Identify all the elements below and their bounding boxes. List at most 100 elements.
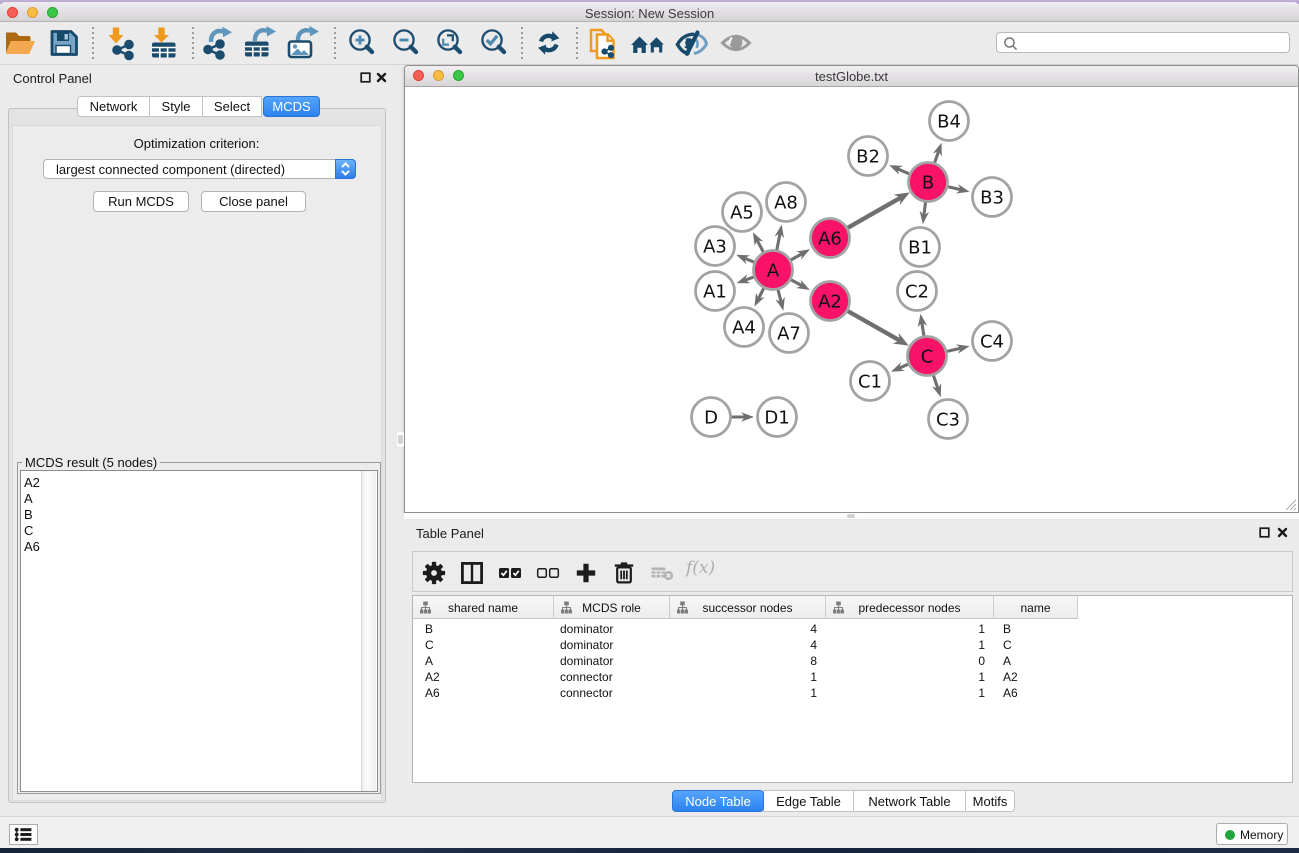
search-icon	[1003, 36, 1019, 52]
node-D1[interactable]: D1	[758, 398, 797, 437]
node-A1[interactable]: A1	[696, 272, 735, 311]
zoom-in-button[interactable]	[341, 25, 379, 62]
tab-node-table[interactable]: Node Table	[672, 790, 764, 812]
svg-text:A1: A1	[703, 282, 727, 303]
window-resize-grip[interactable]	[1283, 497, 1297, 511]
mcds-result-item[interactable]: B	[21, 507, 377, 523]
network-window-titlebar[interactable]: testGlobe.txt	[405, 66, 1298, 87]
table-row-A[interactable]: Adominator80A	[413, 653, 1292, 669]
node-C[interactable]: C	[908, 337, 947, 376]
import-network-button[interactable]	[99, 25, 137, 62]
search-field[interactable]	[996, 32, 1290, 53]
delete-row-icon[interactable]	[612, 561, 636, 585]
node-A2[interactable]: A2	[811, 282, 850, 321]
svg-text:D1: D1	[764, 408, 789, 429]
main-toolbar	[0, 22, 1299, 65]
control-panel-float-icon[interactable]	[360, 72, 371, 83]
vertical-splitter-handle[interactable]	[397, 432, 404, 447]
save-session-button[interactable]	[45, 25, 83, 62]
table-row-C[interactable]: Cdominator41C	[413, 637, 1292, 653]
column-header-predecessor-nodes[interactable]: predecessor nodes	[826, 596, 994, 619]
node-A5[interactable]: A5	[723, 193, 762, 232]
open-session-button[interactable]	[1, 25, 39, 62]
run-mcds-button[interactable]: Run MCDS	[93, 191, 189, 212]
tab-mcds[interactable]: MCDS	[263, 96, 320, 117]
node-B3[interactable]: B3	[973, 178, 1012, 217]
column-header-MCDS-role[interactable]: MCDS role	[554, 596, 670, 619]
save-icon	[45, 25, 83, 62]
zoom-selected-button[interactable]	[473, 25, 511, 62]
column-header-name[interactable]: name	[994, 596, 1078, 619]
node-C3[interactable]: C3	[929, 400, 968, 439]
show-all-networks-button[interactable]	[629, 25, 667, 62]
split-table-icon[interactable]	[460, 561, 484, 585]
window-title: Session: New Session	[0, 6, 1299, 21]
svg-text:A8: A8	[774, 193, 798, 214]
mcds-result-item[interactable]: A2	[21, 475, 377, 491]
mcds-result-item[interactable]: C	[21, 523, 377, 539]
node-A3[interactable]: A3	[696, 227, 735, 266]
horizontal-splitter-handle[interactable]	[845, 513, 857, 519]
table-panel-close-icon[interactable]	[1277, 527, 1288, 538]
close-panel-button[interactable]: Close panel	[201, 191, 306, 212]
zoom-fit-button[interactable]	[429, 25, 467, 62]
hide-selected-button[interactable]	[673, 25, 711, 62]
node-B1[interactable]: B1	[901, 228, 940, 267]
tab-edge-table[interactable]: Edge Table	[763, 790, 854, 812]
svg-text:B: B	[922, 173, 934, 194]
table-row-A6[interactable]: A6connector11A6	[413, 685, 1292, 701]
column-header-successor-nodes[interactable]: successor nodes	[670, 596, 826, 619]
node-A4[interactable]: A4	[725, 308, 764, 347]
memory-button[interactable]: Memory	[1216, 823, 1288, 845]
deselect-all-icon[interactable]	[536, 561, 560, 585]
tab-network[interactable]: Network	[77, 96, 150, 117]
node-C2[interactable]: C2	[898, 272, 937, 311]
table-row-A2[interactable]: A2connector11A2	[413, 669, 1292, 685]
export-image-button[interactable]	[284, 25, 322, 62]
criterion-dropdown[interactable]: largest connected component (directed)	[43, 159, 356, 179]
control-panel-close-icon[interactable]	[376, 72, 387, 83]
node-C4[interactable]: C4	[973, 322, 1012, 361]
node-table[interactable]: shared nameMCDS rolesuccessor nodesprede…	[412, 595, 1293, 783]
node-B4[interactable]: B4	[930, 102, 969, 141]
export-network-button[interactable]	[199, 25, 237, 62]
import-table-button[interactable]	[144, 25, 182, 62]
node-B[interactable]: B	[909, 163, 948, 202]
result-list-scrollbar[interactable]	[361, 471, 376, 791]
tab-style[interactable]: Style	[149, 96, 203, 117]
column-header-shared-name[interactable]: shared name	[413, 596, 554, 619]
task-history-button[interactable]	[9, 824, 38, 845]
column-settings-icon[interactable]	[422, 561, 446, 585]
refresh-button[interactable]	[529, 25, 567, 62]
zoom-fit-icon	[429, 25, 467, 62]
tab-select[interactable]: Select	[202, 96, 262, 117]
node-B2[interactable]: B2	[849, 137, 888, 176]
mcds-result-list[interactable]: A2ABCA6	[20, 470, 378, 792]
select-all-icon[interactable]	[498, 561, 522, 585]
tab-network-table[interactable]: Network Table	[853, 790, 966, 812]
mcds-result-item[interactable]: A	[21, 491, 377, 507]
control-panel-title: Control Panel	[13, 71, 92, 86]
cell-name: A2	[1003, 670, 1018, 684]
search-input[interactable]	[1021, 34, 1281, 51]
zoom-out-button[interactable]	[385, 25, 423, 62]
node-A8[interactable]: A8	[767, 183, 806, 222]
network-canvas[interactable]: B4 B2 B B3 A8 A5 A6 A3 B1 A A1 C2 A2 A4A7 C4 C C1 C3 D D1	[405, 86, 1298, 508]
node-A[interactable]: A	[754, 251, 793, 290]
add-row-icon[interactable]	[574, 561, 598, 585]
table-row-B[interactable]: Bdominator41B	[413, 621, 1292, 637]
table-panel-float-icon[interactable]	[1259, 527, 1270, 538]
node-A6[interactable]: A6	[811, 219, 850, 258]
mcds-result-item[interactable]: A6	[21, 539, 377, 555]
svg-text:A2: A2	[818, 292, 842, 313]
houses-icon	[629, 25, 667, 62]
tab-motifs[interactable]: Motifs	[965, 790, 1015, 812]
clone-network-button[interactable]	[585, 25, 623, 62]
node-C1[interactable]: C1	[851, 362, 890, 401]
svg-text:C1: C1	[858, 372, 882, 393]
node-D[interactable]: D	[692, 398, 731, 437]
node-A7[interactable]: A7	[770, 314, 809, 353]
export-table-button[interactable]	[241, 25, 279, 62]
column-header-label: name	[994, 601, 1077, 615]
show-selected-button[interactable]	[717, 25, 755, 62]
